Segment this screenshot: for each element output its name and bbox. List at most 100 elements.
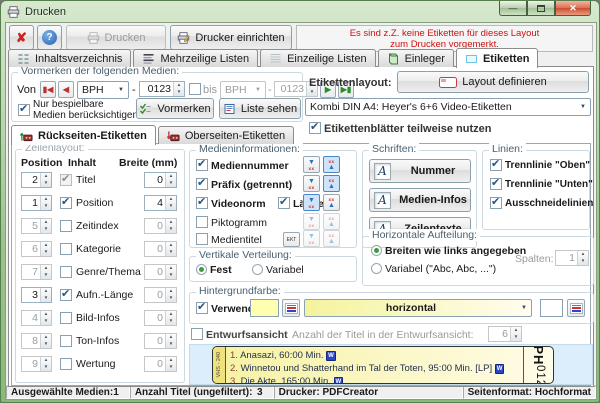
aufnlaenge-checkbox[interactable] [60,289,72,301]
move-down-button[interactable]: ▼xx [303,230,320,247]
titel-checkbox[interactable] [60,174,72,186]
tab-einzeilige-listen[interactable]: Einzeilige Listen [260,49,376,67]
breite-spinner[interactable]: 0▲▼ [144,241,177,257]
von-number-spinner[interactable]: 0123▲▼ [139,81,185,97]
move-up-button[interactable]: xx▲ [323,156,340,173]
gradient-direction-value: horizontal [305,302,517,314]
medientitel-checkbox[interactable] [196,233,208,245]
variabel-split-radio[interactable] [371,263,382,274]
media-first-button[interactable]: ▮◀ [40,81,56,98]
ekt-button[interactable]: EKT [283,232,300,247]
trennlinie-oben-checkbox[interactable] [490,159,502,171]
fest-radio[interactable] [196,264,207,275]
position-checkbox[interactable] [60,197,72,209]
position-spinner[interactable]: 8▲▼ [21,333,52,349]
row-label: Titel [76,174,95,186]
etikettenblaetter-checkbox[interactable] [309,122,321,134]
tab-inhaltsverzeichnis[interactable]: Inhaltsverzeichnis [8,49,131,67]
position-spinner[interactable]: 3▲▼ [21,287,52,303]
breite-spinner[interactable]: 0▲▼ [144,172,177,188]
breite-spinner[interactable]: 0▲▼ [144,356,177,372]
vertikale-verteilung-group: Vertikale Verteilung: Fest Variabel [189,256,357,282]
position-spinner[interactable]: 1▲▼ [21,195,52,211]
spalten-spinner[interactable]: 1▲▼ [555,250,589,266]
entwurfsansicht-label: Entwurfsansicht [206,329,288,341]
minimize-button[interactable]: — [499,1,527,16]
nummer-font-button[interactable]: A Nummer [369,159,471,183]
kategorie-checkbox[interactable] [60,243,72,255]
ausschneidelinien-checkbox[interactable] [490,197,502,209]
gradient-picker-button[interactable] [282,299,300,317]
cancel-button[interactable]: ✘ [9,25,34,50]
vormerken-group: Vormerken der folgenden Medien: Von ▮◀ ◀… [11,72,303,122]
piktogramm-checkbox[interactable] [196,216,208,228]
move-down-button[interactable]: ▼xx [303,156,320,173]
tab-einleger[interactable]: Einleger [378,49,454,67]
move-down-button[interactable]: ▼xx [303,213,320,230]
help-button[interactable]: ? [37,25,62,50]
horizontale-aufteilung-group: Horizontale Aufteilung: Breiten wie link… [362,236,594,286]
media-prev-button[interactable]: ◀ [58,81,74,98]
breite-spinner[interactable]: 4▲▼ [144,195,177,211]
breiten-radio[interactable] [371,245,382,256]
maximize-button[interactable] [527,1,555,16]
trennlinie-unten-checkbox[interactable] [490,178,502,190]
position-spinner[interactable]: 5▲▼ [21,218,52,234]
breite-spinner[interactable]: 0▲▼ [144,310,177,326]
close-button[interactable]: ✕ [555,1,591,16]
tab-mehrzeilige-listen[interactable]: Mehrzeilige Listen [133,49,258,67]
bis-prefix-combo[interactable]: BPH▼ [220,81,266,99]
variabel-radio[interactable] [252,264,263,275]
bildinfos-checkbox[interactable] [60,312,72,324]
mediennummer-checkbox[interactable] [196,159,208,171]
breite-spinner[interactable]: 0▲▼ [144,218,177,234]
position-spinner[interactable]: 9▲▼ [21,356,52,372]
videonorm-checkbox[interactable] [196,197,208,209]
genre-checkbox[interactable] [60,266,72,278]
move-up-button[interactable]: xx▲ [323,175,340,192]
breite-spinner[interactable]: 0▲▼ [144,333,177,349]
tab-etiketten[interactable]: Etiketten [456,48,538,68]
position-spinner[interactable]: 4▲▼ [21,310,52,326]
medien-infos-font-button[interactable]: A Medien-Infos [369,188,471,212]
xx-mark-icon: xx [308,204,314,209]
move-up-button[interactable]: xx▲ [323,213,340,230]
toninfos-checkbox[interactable] [60,335,72,347]
gradient-direction-combo[interactable]: horizontal ▼ [304,299,532,317]
wertung-checkbox[interactable] [60,358,72,370]
nur-bespielbare-checkbox[interactable] [18,104,30,116]
move-up-button[interactable]: xx▲ [323,230,340,247]
move-down-button[interactable]: ▼xx [303,175,320,192]
breite-spinner[interactable]: 0▲▼ [144,287,177,303]
color-swatch[interactable] [250,299,279,317]
printer-setup-button[interactable]: Drucker einrichten [170,25,292,50]
title-line: 2. Winnetou und Shatterhand im Tal der T… [230,362,521,375]
layout-definieren-button[interactable]: Layout definieren [397,71,589,93]
zeitindex-checkbox[interactable] [60,220,72,232]
position-spinner[interactable]: 7▲▼ [21,264,52,280]
verwenden-checkbox[interactable] [196,302,208,314]
vormerken-button[interactable]: Vormerken [136,98,214,119]
laenge-checkbox[interactable] [278,197,290,209]
vertikale-verteilung-title: Vertikale Verteilung: [196,249,295,261]
tab-oberseiten-etiketten[interactable]: Oberseiten-Etiketten [158,126,294,144]
breite-spinner[interactable]: 0▲▼ [144,264,177,280]
position-spinner[interactable]: 6▲▼ [21,241,52,257]
entwurfsansicht-checkbox[interactable] [191,328,203,340]
liste-sehen-button[interactable]: Liste sehen [219,98,301,119]
tab-label: Etiketten [483,53,529,65]
second-gradient-picker-button[interactable] [567,299,585,317]
tab-rueckseiten-etiketten[interactable]: Rückseiten-Etiketten [11,125,156,145]
print-button[interactable]: Drucken [66,25,166,50]
move-up-button[interactable]: xx▲ [323,194,340,211]
breite-value: 0 [145,334,165,348]
praefix-checkbox[interactable] [196,178,208,190]
bis-checkbox[interactable] [189,83,201,95]
etikettenlayout-combo[interactable]: Kombi DIN A4: Heyer's 6+6 Video-Etikette… [305,98,591,116]
von-prefix-combo[interactable]: BPH▼ [77,81,129,99]
second-color-swatch[interactable] [540,299,563,317]
anzahl-titel-spinner[interactable]: 6▲▼ [488,326,522,342]
move-down-button[interactable]: ▼xx [303,194,320,211]
position-spinner[interactable]: 2▲▼ [21,172,52,188]
spinner-buttons[interactable]: ▲▼ [173,82,184,96]
